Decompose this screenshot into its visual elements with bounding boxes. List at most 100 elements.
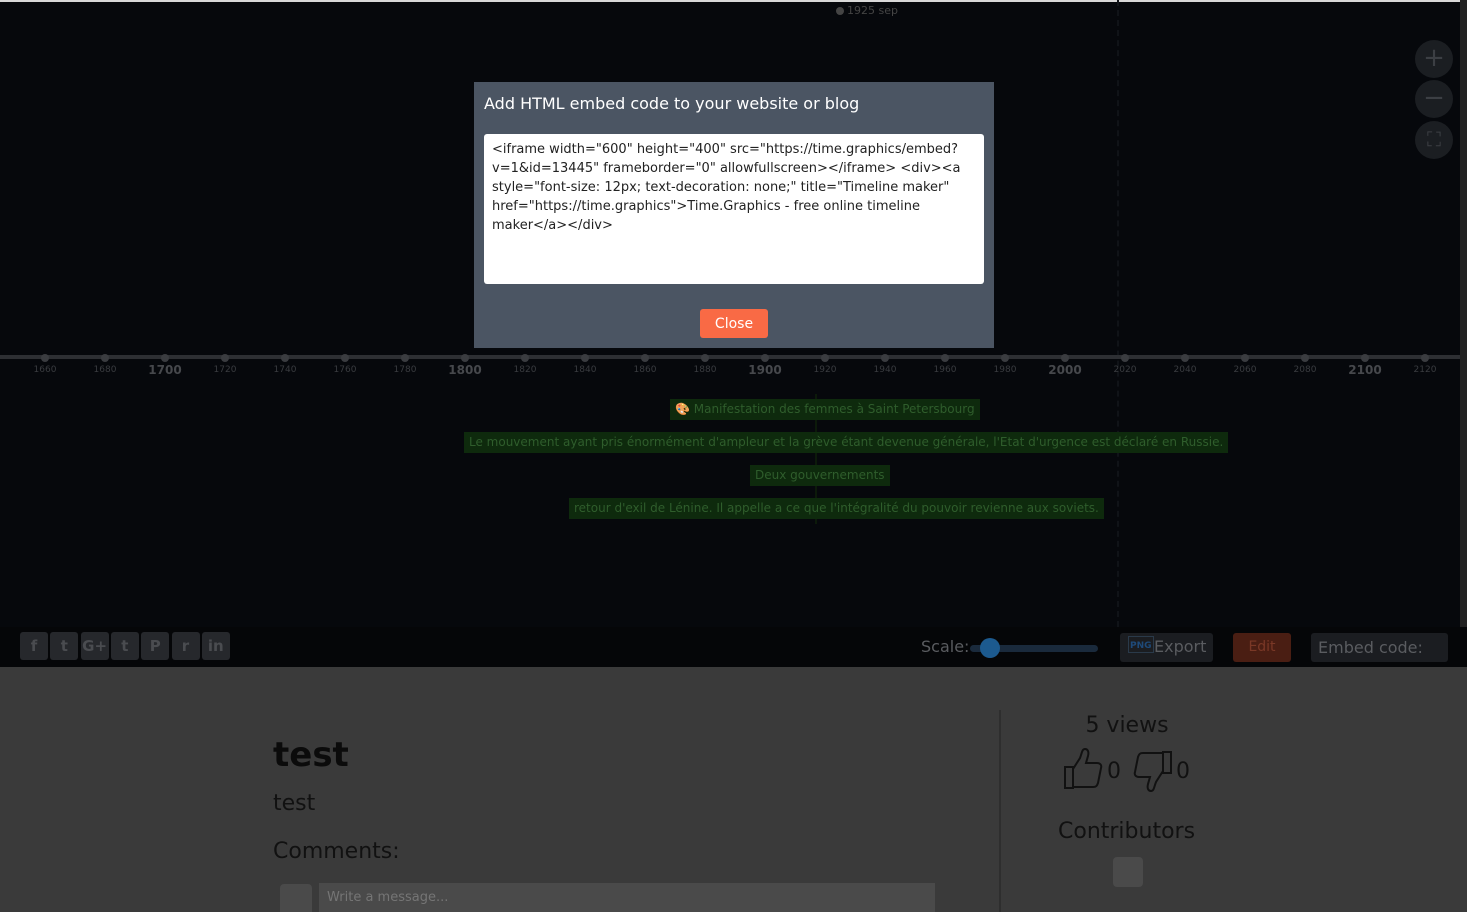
tick-dot-icon: [1061, 354, 1069, 362]
embed-code-modal: Add HTML embed code to your website or b…: [474, 82, 994, 348]
tick-label: 1740: [273, 365, 297, 375]
tick-dot-icon: [1301, 354, 1309, 362]
tick-label: 1980: [993, 365, 1017, 375]
twitter-icon[interactable]: t: [50, 632, 79, 660]
tick-label: 2100: [1348, 363, 1382, 377]
axis-tick: 1660: [15, 354, 75, 375]
tick-label: 2020: [1113, 365, 1137, 375]
comment-input[interactable]: [319, 883, 935, 912]
axis-tick: 1700: [135, 354, 195, 377]
axis-tick: 1980: [975, 354, 1035, 375]
plus-icon: +: [1423, 43, 1445, 73]
tick-dot-icon: [461, 354, 469, 362]
tick-label: 1900: [748, 363, 782, 377]
tick-label: 1720: [213, 365, 237, 375]
minus-icon: −: [1423, 83, 1445, 113]
timeline-event[interactable]: 🎨 Manifestation des femmes à Saint Peter…: [670, 399, 980, 420]
png-file-icon: PNG: [1128, 636, 1154, 653]
tick-dot-icon: [581, 354, 589, 362]
tick-label: 2040: [1173, 365, 1197, 375]
tick-label: 2080: [1293, 365, 1317, 375]
page-title: test: [273, 735, 349, 775]
timeline-top-border: [0, 0, 1460, 2]
thumbs-down-icon[interactable]: [1132, 749, 1174, 793]
top-event-label: 1925 sep: [847, 4, 898, 17]
timeline-details: test test Comments: 5 views 0 0 Contribu…: [0, 667, 1467, 912]
axis-tick: 2000: [1035, 354, 1095, 377]
linkedin-icon[interactable]: in: [201, 632, 230, 660]
axis-tick: 1720: [195, 354, 255, 375]
axis-tick: 1880: [675, 354, 735, 375]
tumblr-icon[interactable]: t: [110, 632, 139, 660]
reddit-icon[interactable]: r: [171, 632, 200, 660]
page-description: test: [273, 791, 316, 816]
event-dot-icon: [836, 7, 844, 15]
tick-dot-icon: [41, 354, 49, 362]
timeline-event[interactable]: Le mouvement ayant pris énormément d'amp…: [464, 432, 1229, 453]
contributor-avatar-icon[interactable]: [1113, 857, 1143, 887]
scale-label: Scale:: [921, 637, 970, 656]
close-button[interactable]: Close: [700, 309, 768, 338]
embed-code-button[interactable]: Embed code: </>: [1311, 633, 1448, 686]
scale-slider-handle[interactable]: [980, 638, 1001, 658]
axis-tick: 2120: [1395, 354, 1455, 375]
timeline-event[interactable]: retour d'exil de Lénine. Il appelle a ce…: [569, 498, 1104, 519]
axis-tick: 2080: [1275, 354, 1335, 375]
tick-dot-icon: [761, 354, 769, 362]
axis-tick: 2060: [1215, 354, 1275, 375]
axis-tick: 1760: [315, 354, 375, 375]
vertical-scrollbar[interactable]: [1460, 0, 1467, 627]
tick-label: 1760: [333, 365, 357, 375]
thumbs-up-icon[interactable]: [1062, 747, 1104, 791]
pinterest-icon[interactable]: P: [141, 632, 170, 660]
tick-label: 1700: [148, 363, 182, 377]
tick-dot-icon: [1121, 354, 1129, 362]
zoom-in-button[interactable]: +: [1415, 40, 1453, 78]
axis-tick: 1820: [495, 354, 555, 375]
column-divider: [999, 710, 1001, 912]
axis-tick: 1900: [735, 354, 795, 377]
contributors-heading: Contributors: [1058, 819, 1196, 844]
timeline-event[interactable]: Deux gouvernements: [750, 465, 890, 486]
tick-label: 2060: [1233, 365, 1257, 375]
axis-tick: 2100: [1335, 354, 1395, 377]
axis-tick: 1940: [855, 354, 915, 375]
edit-button[interactable]: Edit: [1233, 633, 1291, 662]
facebook-icon[interactable]: f: [20, 632, 48, 660]
tick-dot-icon: [1361, 354, 1369, 362]
tick-dot-icon: [641, 354, 649, 362]
fullscreen-button[interactable]: ⛶: [1415, 121, 1453, 159]
google-plus-icon[interactable]: G+: [80, 632, 109, 660]
tick-label: 1840: [573, 365, 597, 375]
timeline-axis[interactable]: 1660 1680 1700 1720 1740 1760 1780 1800 1820 1840…: [0, 354, 1460, 394]
timeline-canvas[interactable]: 1925 sep + − ⛶ 1660 1680 1700 1720 1740 1760 1…: [0, 0, 1467, 627]
axis-tick: 1860: [615, 354, 675, 375]
dislike-count: 0: [1176, 759, 1190, 784]
today-marker-line: [1117, 0, 1119, 627]
axis-tick: 1740: [255, 354, 315, 375]
like-count: 0: [1107, 759, 1121, 784]
modal-title: Add HTML embed code to your website or b…: [484, 94, 860, 113]
export-button[interactable]: PNG Export: [1120, 633, 1213, 662]
tick-dot-icon: [1001, 354, 1009, 362]
tick-label: 1940: [873, 365, 897, 375]
top-event-marker[interactable]: 1925 sep: [836, 4, 898, 17]
zoom-out-button[interactable]: −: [1415, 80, 1453, 118]
tick-label: 1860: [633, 365, 657, 375]
tick-dot-icon: [701, 354, 709, 362]
export-label: Export: [1154, 637, 1207, 656]
tick-dot-icon: [341, 354, 349, 362]
tick-label: 1780: [393, 365, 417, 375]
tick-label: 1920: [813, 365, 837, 375]
comments-heading: Comments:: [273, 839, 400, 864]
tick-label: 2120: [1413, 365, 1437, 375]
tick-dot-icon: [1421, 354, 1429, 362]
tick-label: 2000: [1048, 363, 1082, 377]
embed-code-textarea[interactable]: [484, 134, 984, 284]
axis-tick: 1780: [375, 354, 435, 375]
tick-label: 1660: [33, 365, 57, 375]
bottom-toolbar: f t G+ t Pr in Scale: PNG Export Edit Embed c…: [0, 627, 1467, 686]
tick-label: 1960: [933, 365, 957, 375]
tick-dot-icon: [1241, 354, 1249, 362]
user-avatar-icon: [280, 884, 312, 912]
